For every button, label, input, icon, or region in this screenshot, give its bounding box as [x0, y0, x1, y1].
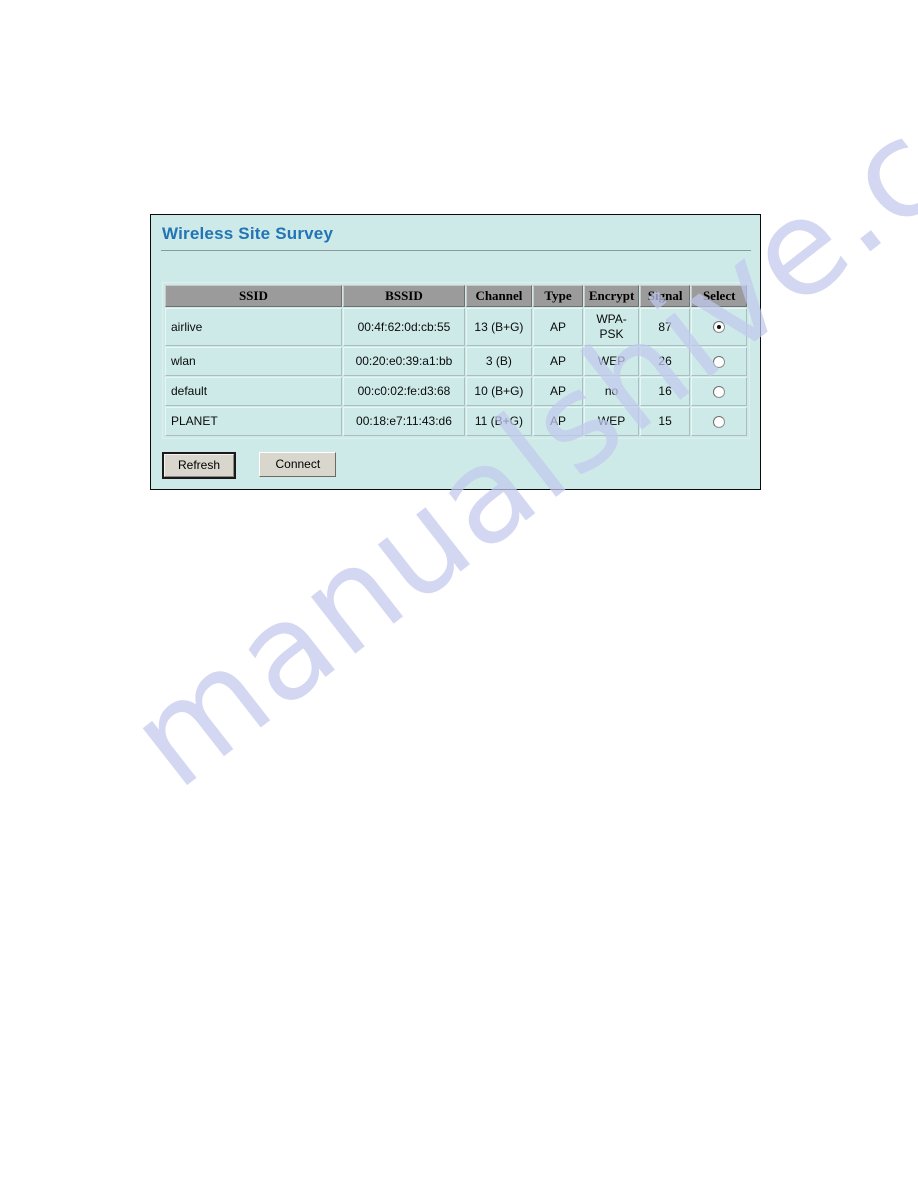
cell-bssid: 00:c0:02:fe:d3:68	[342, 377, 466, 406]
table-row[interactable]: default 00:c0:02:fe:d3:68 10 (B+G) AP no 16	[165, 377, 747, 406]
table-body: airlive 00:4f:62:0d:cb:55 13 (B+G) AP WPA-PS…	[165, 308, 747, 436]
cell-ssid: PLANET	[165, 407, 342, 436]
column-header-bssid: BSSID	[342, 285, 466, 307]
cell-ssid: default	[165, 377, 342, 406]
cell-select[interactable]	[691, 347, 747, 376]
cell-bssid: 00:20:e0:39:a1:bb	[342, 347, 466, 376]
table-row[interactable]: wlan 00:20:e0:39:a1:bb 3 (B) AP WEP 26	[165, 347, 747, 376]
table-row[interactable]: airlive 00:4f:62:0d:cb:55 13 (B+G) AP WPA-PS…	[165, 308, 747, 346]
cell-signal: 87	[639, 308, 691, 346]
cell-type: AP	[532, 347, 584, 376]
cell-signal: 16	[639, 377, 691, 406]
select-radio-button[interactable]	[713, 385, 726, 398]
cell-encrypt: no	[584, 377, 639, 406]
table-row[interactable]: PLANET 00:18:e7:11:43:d6 11 (B+G) AP WEP 15	[165, 407, 747, 436]
document-page: Wireless Site Survey SSID BSSID Channel …	[0, 0, 918, 1188]
column-header-channel: Channel	[466, 285, 532, 307]
select-radio-button[interactable]	[713, 355, 726, 368]
cell-encrypt: WPA-PSK	[584, 308, 639, 346]
cell-select[interactable]	[691, 308, 747, 346]
action-button-row: Refresh Connect	[162, 452, 337, 479]
cell-encrypt: WEP	[584, 407, 639, 436]
cell-ssid: wlan	[165, 347, 342, 376]
refresh-button-frame: Refresh	[162, 452, 237, 479]
column-header-select: Select	[691, 285, 747, 307]
cell-signal: 26	[639, 347, 691, 376]
cell-channel: 11 (B+G)	[466, 407, 532, 436]
cell-type: AP	[532, 407, 584, 436]
refresh-button[interactable]: Refresh	[164, 454, 235, 477]
page-title: Wireless Site Survey	[162, 224, 334, 243]
select-radio-button[interactable]	[713, 321, 726, 334]
cell-signal: 15	[639, 407, 691, 436]
cell-type: AP	[532, 377, 584, 406]
cell-ssid: airlive	[165, 308, 342, 346]
cell-bssid: 00:4f:62:0d:cb:55	[342, 308, 466, 346]
cell-bssid: 00:18:e7:11:43:d6	[342, 407, 466, 436]
cell-type: AP	[532, 308, 584, 346]
cell-channel: 10 (B+G)	[466, 377, 532, 406]
column-header-type: Type	[532, 285, 584, 307]
cell-channel: 3 (B)	[466, 347, 532, 376]
cell-select[interactable]	[691, 377, 747, 406]
column-header-ssid: SSID	[165, 285, 342, 307]
wireless-networks-table: SSID BSSID Channel Type Encrypt Signal S…	[164, 284, 748, 437]
title-divider	[161, 250, 751, 251]
cell-encrypt: WEP	[584, 347, 639, 376]
cell-channel: 13 (B+G)	[466, 308, 532, 346]
table-header-row: SSID BSSID Channel Type Encrypt Signal S…	[165, 285, 747, 307]
select-radio-button[interactable]	[713, 415, 726, 428]
cell-select[interactable]	[691, 407, 747, 436]
survey-table-container: SSID BSSID Channel Type Encrypt Signal S…	[162, 282, 750, 439]
column-header-signal: Signal	[639, 285, 691, 307]
connect-button[interactable]: Connect	[259, 452, 337, 477]
wireless-site-survey-panel: Wireless Site Survey SSID BSSID Channel …	[150, 214, 761, 490]
column-header-encrypt: Encrypt	[584, 285, 639, 307]
